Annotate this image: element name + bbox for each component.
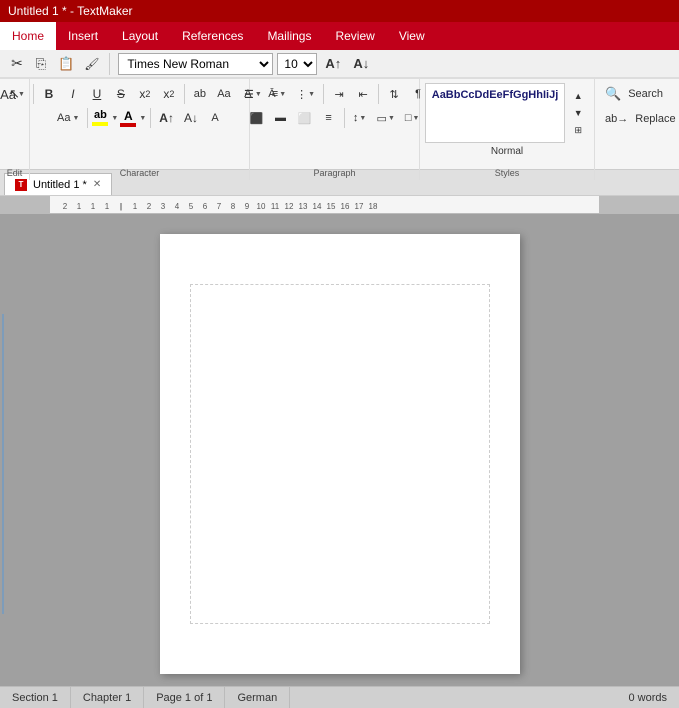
menu-layout[interactable]: Layout bbox=[110, 22, 170, 50]
styles-scroll-up[interactable]: ▲ bbox=[567, 88, 589, 104]
menu-review[interactable]: Review bbox=[323, 22, 386, 50]
document-area[interactable] bbox=[0, 214, 679, 686]
numbered-list-button[interactable]: ≡▼ bbox=[268, 83, 290, 105]
font-family-select[interactable]: Times New Roman bbox=[118, 53, 273, 75]
case-btn[interactable]: Aa bbox=[213, 83, 235, 105]
text-shrink-btn[interactable]: A↓ bbox=[180, 107, 202, 129]
italic-button[interactable]: I bbox=[62, 83, 84, 105]
copy-button[interactable]: ⎘ bbox=[30, 53, 52, 75]
menu-bar: Home Insert Layout References Mailings R… bbox=[0, 22, 679, 50]
highlight-color-button[interactable]: ab bbox=[92, 110, 108, 126]
menu-mailings[interactable]: Mailings bbox=[255, 22, 323, 50]
style-preview-text: AaBbCcDdEeFfGgHhIiJj bbox=[432, 88, 559, 102]
font-aa-btn[interactable]: Aa▼ bbox=[53, 107, 83, 129]
menu-view[interactable]: View bbox=[387, 22, 437, 50]
indent-right-button[interactable]: ⇥ bbox=[328, 83, 350, 105]
word-count: 0 words bbox=[616, 687, 679, 708]
status-bar: Section 1 Chapter 1 Page 1 of 1 German 0… bbox=[0, 686, 679, 708]
font-shrink-button[interactable]: A↓ bbox=[349, 53, 373, 75]
styles-scroll-down[interactable]: ▼ bbox=[567, 105, 589, 121]
paste-button[interactable]: 📋 bbox=[54, 53, 78, 75]
ruler-right-margin bbox=[599, 196, 679, 213]
text-grow-btn[interactable]: A↑ bbox=[155, 107, 178, 129]
edit-section-label: Edit bbox=[7, 168, 23, 178]
document-page[interactable] bbox=[160, 234, 520, 674]
tab-label: Untitled 1 * bbox=[33, 179, 87, 191]
page-indicator: Page 1 of 1 bbox=[144, 687, 225, 708]
highlight-dropdown[interactable]: ▼ bbox=[111, 115, 118, 122]
replace-icon-button[interactable]: ab→ bbox=[601, 108, 632, 130]
font-size-select[interactable]: 10 bbox=[277, 53, 317, 75]
left-sidebar-indicator bbox=[0, 234, 6, 674]
font-style-btn[interactable]: Aa▼ bbox=[0, 83, 29, 105]
align-right-button[interactable]: ⬜ bbox=[294, 107, 316, 129]
menu-references[interactable]: References bbox=[170, 22, 255, 50]
font-grow-button[interactable]: A↑ bbox=[321, 53, 345, 75]
ruler: 2 1 1 1 | 1 2 3 4 5 6 7 8 9 10 11 12 13 … bbox=[0, 196, 679, 214]
title-bar: Untitled 1 * - TextMaker bbox=[0, 0, 679, 22]
align-justify-button[interactable]: ≡ bbox=[318, 107, 340, 129]
search-label: Search bbox=[628, 88, 663, 100]
bullet-list-button[interactable]: ☰▼ bbox=[240, 83, 266, 105]
subscript-button[interactable]: x2 bbox=[134, 83, 156, 105]
style-name-label: Normal bbox=[491, 145, 523, 158]
text-copy-btn[interactable]: ab bbox=[189, 83, 211, 105]
section-styles: AaBbCcDdEeFfGgHhIiJj ▲ ▼ ⊞ Normal Styles bbox=[420, 79, 595, 180]
cut-button[interactable]: ✂ bbox=[6, 53, 28, 75]
superscript-button[interactable]: x2 bbox=[158, 83, 180, 105]
font-color-dropdown[interactable]: ▼ bbox=[139, 115, 146, 122]
character-section-label: Character bbox=[120, 168, 160, 178]
align-center-button[interactable]: ▬ bbox=[270, 107, 292, 129]
styles-expand[interactable]: ⊞ bbox=[567, 122, 589, 138]
align-left-button[interactable]: ⬛ bbox=[246, 107, 268, 129]
format-painter-button[interactable]: 🖌 bbox=[80, 53, 103, 75]
bold-button[interactable]: B bbox=[38, 83, 60, 105]
section-paragraph: ☰▼ ≡▼ ⋮▼ ⇥ ⇤ ⇅ ¶ ⬛ ▬ ⬜ ≡ bbox=[250, 79, 420, 180]
menu-insert[interactable]: Insert bbox=[56, 22, 110, 50]
paragraph-section-label: Paragraph bbox=[313, 168, 355, 178]
search-icon-button[interactable]: 🔍 bbox=[601, 83, 625, 105]
font-color-button[interactable]: A bbox=[120, 110, 136, 127]
sort-button[interactable]: ⇅ bbox=[383, 83, 405, 105]
indent-left-button[interactable]: ⇤ bbox=[352, 83, 374, 105]
underline-button[interactable]: U bbox=[86, 83, 108, 105]
strikethrough-button[interactable]: S bbox=[110, 83, 132, 105]
replace-label: Replace bbox=[635, 113, 675, 125]
outline-list-button[interactable]: ⋮▼ bbox=[292, 83, 319, 105]
ribbon-sections: ↖ Edit Aa▼ B I U S bbox=[0, 78, 679, 180]
styles-section-label: Styles bbox=[495, 168, 520, 178]
tab-close-button[interactable]: ✕ bbox=[93, 179, 101, 190]
language-indicator: German bbox=[225, 687, 290, 708]
text-caps-btn[interactable]: A bbox=[204, 107, 226, 129]
ribbon: ✂ ⎘ 📋 🖌 Times New Roman 10 A↑ A↓ ↖ Edit bbox=[0, 50, 679, 170]
section-character: Aa▼ B I U S x2 x2 ab Aa A Ā bbox=[30, 79, 250, 180]
tab-icon: T bbox=[15, 179, 27, 191]
section-indicator: Section 1 bbox=[0, 687, 71, 708]
ruler-left-margin bbox=[0, 196, 50, 213]
app-title: Untitled 1 * - TextMaker bbox=[8, 4, 133, 18]
ruler-content: 2 1 1 1 | 1 2 3 4 5 6 7 8 9 10 11 12 13 … bbox=[50, 196, 599, 213]
menu-home[interactable]: Home bbox=[0, 22, 56, 50]
shading-button[interactable]: ▭▼ bbox=[373, 107, 399, 129]
line-spacing-button[interactable]: ↕▼ bbox=[349, 107, 371, 129]
ruler-marks: 2 1 1 1 | 1 2 3 4 5 6 7 8 9 10 11 12 13 … bbox=[50, 196, 599, 213]
chapter-indicator: Chapter 1 bbox=[71, 687, 144, 708]
